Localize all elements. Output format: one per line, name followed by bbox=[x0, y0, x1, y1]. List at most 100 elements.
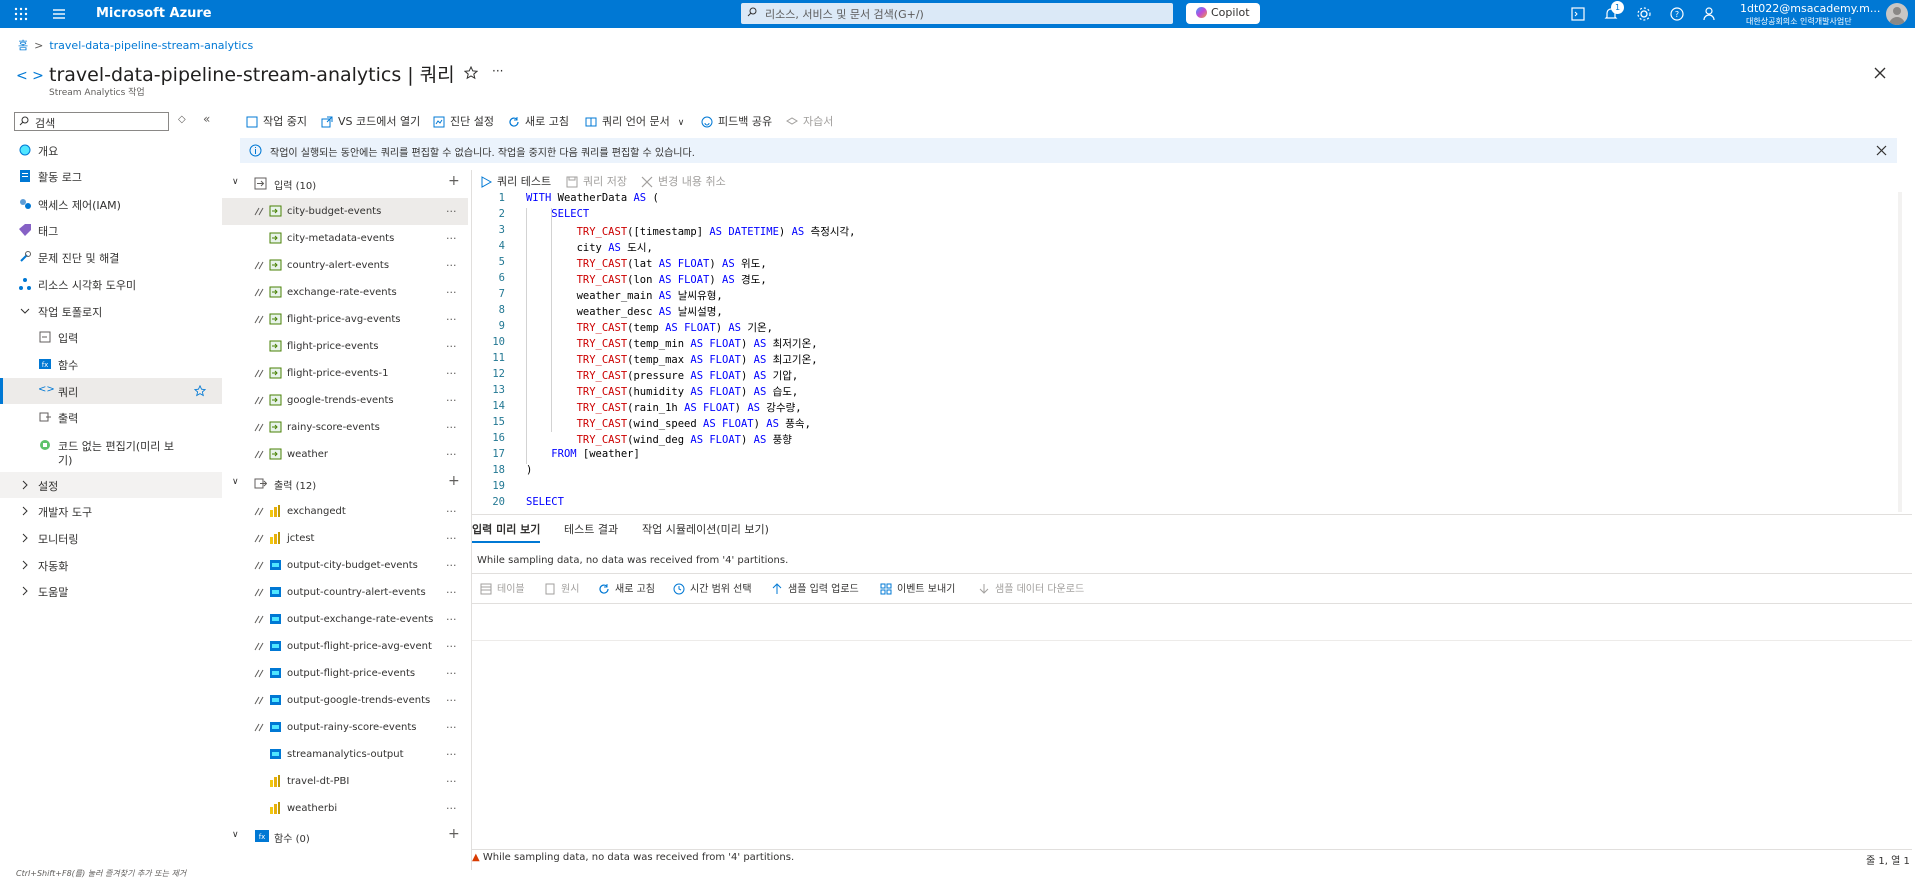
copilot-button[interactable]: Copilot bbox=[1186, 3, 1260, 24]
more-options-icon[interactable]: ··· bbox=[446, 586, 457, 599]
tab-test-results[interactable]: 테스트 결과 bbox=[564, 521, 618, 537]
output-item[interactable]: jctest ··· bbox=[222, 525, 468, 552]
close-icon[interactable] bbox=[1876, 145, 1887, 156]
output-item[interactable]: output-flight-price-events ··· bbox=[222, 660, 468, 687]
output-item[interactable]: weatherbi ··· bbox=[222, 795, 468, 822]
sidebar-item-overview[interactable]: 개요 bbox=[0, 137, 222, 163]
refresh-button[interactable]: 새로 고침 bbox=[508, 113, 569, 129]
sidebar-item-tags[interactable]: 태그 bbox=[0, 217, 222, 243]
cloud-shell-icon[interactable] bbox=[1569, 5, 1587, 23]
more-options-icon[interactable]: ··· bbox=[446, 721, 457, 734]
more-options-icon[interactable]: ··· bbox=[446, 775, 457, 788]
close-icon[interactable] bbox=[1873, 66, 1887, 80]
output-item[interactable]: output-google-trends-events ··· bbox=[222, 687, 468, 714]
query-editor[interactable]: 1 WITH WeatherData AS (2 SELECT 3 TRY_CAST… bbox=[472, 192, 1900, 512]
more-options-icon[interactable]: ··· bbox=[446, 802, 457, 815]
more-options-icon[interactable]: ··· bbox=[446, 259, 457, 272]
feedback-person-icon[interactable] bbox=[1701, 5, 1719, 23]
gear-icon[interactable] bbox=[1635, 5, 1653, 23]
star-favorite-icon[interactable] bbox=[464, 66, 478, 80]
hamburger-menu-icon[interactable] bbox=[50, 5, 68, 23]
input-item[interactable]: rainy-score-events ··· bbox=[222, 414, 468, 441]
output-item[interactable]: streamanalytics-output ··· bbox=[222, 741, 468, 768]
sidebar-item-activity-log[interactable]: 활동 로그 bbox=[0, 163, 222, 189]
sidebar-item-visualizer[interactable]: 리소스 시각화 도우미 bbox=[0, 271, 222, 297]
test-query-button[interactable]: 쿼리 테스트 bbox=[480, 173, 551, 189]
more-options-icon[interactable]: ··· bbox=[492, 64, 503, 78]
sidebar-search-input[interactable]: 검색 bbox=[14, 112, 169, 131]
sort-toggle-icon[interactable]: ◇ bbox=[178, 114, 186, 125]
more-options-icon[interactable]: ··· bbox=[446, 313, 457, 326]
sidebar-item-no-code-editor[interactable]: 코드 없는 편집기(미리 보 기) bbox=[0, 432, 222, 468]
time-range-button[interactable]: 시간 범위 선택 bbox=[673, 580, 752, 595]
raw-view-button[interactable]: 원시 bbox=[544, 580, 579, 595]
more-options-icon[interactable]: ··· bbox=[446, 394, 457, 407]
table-view-button[interactable]: 테이블 bbox=[480, 580, 525, 595]
input-item[interactable]: city-metadata-events ··· bbox=[222, 225, 468, 252]
output-item[interactable]: output-exchange-rate-events ··· bbox=[222, 606, 468, 633]
tab-input-preview[interactable]: 입력 미리 보기 bbox=[472, 521, 541, 543]
outputs-group-header[interactable]: ∨ 출력 (12) + bbox=[222, 470, 470, 497]
upload-sample-button[interactable]: 샘플 입력 업로드 bbox=[771, 580, 859, 595]
stop-job-button[interactable]: 작업 중지 bbox=[246, 113, 307, 129]
input-item[interactable]: city-budget-events ··· bbox=[222, 198, 468, 225]
more-options-icon[interactable]: ··· bbox=[446, 559, 457, 572]
star-favorite-icon[interactable] bbox=[194, 385, 206, 397]
tab-job-simulation[interactable]: 작업 시뮬레이션(미리 보기) bbox=[642, 521, 769, 537]
collapse-sidebar-icon[interactable]: « bbox=[203, 112, 210, 126]
sidebar-item-functions[interactable]: fx 함수 bbox=[0, 351, 222, 377]
input-item[interactable]: weather ··· bbox=[222, 441, 468, 468]
input-item[interactable]: flight-price-avg-events ··· bbox=[222, 306, 468, 333]
sidebar-item-inputs[interactable]: 입력 bbox=[0, 324, 222, 350]
more-options-icon[interactable]: ··· bbox=[446, 286, 457, 299]
bottom-refresh-button[interactable]: 새로 고침 bbox=[598, 580, 655, 595]
send-events-button[interactable]: 이벤트 보내기 bbox=[880, 580, 955, 595]
help-icon[interactable]: ? bbox=[1668, 5, 1686, 23]
more-options-icon[interactable]: ··· bbox=[446, 367, 457, 380]
output-item[interactable]: travel-dt-PBI ··· bbox=[222, 768, 468, 795]
breadcrumb-home[interactable]: 홈 bbox=[18, 39, 28, 52]
add-input-button[interactable]: + bbox=[448, 173, 460, 189]
sidebar-item-topology[interactable]: 작업 토폴로지 bbox=[0, 298, 222, 324]
diagnostic-settings-button[interactable]: 진단 설정 bbox=[433, 113, 494, 129]
sidebar-item-iam[interactable]: 액세스 제어(IAM) bbox=[0, 191, 222, 217]
sidebar-item-help[interactable]: 도움말 bbox=[0, 578, 222, 604]
more-options-icon[interactable]: ··· bbox=[446, 667, 457, 680]
more-options-icon[interactable]: ··· bbox=[446, 532, 457, 545]
more-options-icon[interactable]: ··· bbox=[446, 421, 457, 434]
more-options-icon[interactable]: ··· bbox=[446, 640, 457, 653]
avatar[interactable] bbox=[1886, 3, 1908, 25]
breadcrumb-resource[interactable]: travel-data-pipeline-stream-analytics bbox=[49, 39, 253, 52]
more-options-icon[interactable]: ··· bbox=[446, 694, 457, 707]
output-item[interactable]: output-flight-price-avg-event ··· bbox=[222, 633, 468, 660]
input-item[interactable]: flight-price-events-1 ··· bbox=[222, 360, 468, 387]
sidebar-item-monitoring[interactable]: 모니터링 bbox=[0, 525, 222, 551]
more-options-icon[interactable]: ··· bbox=[446, 613, 457, 626]
sidebar-item-dev-tools[interactable]: 개발자 도구 bbox=[0, 498, 222, 524]
output-item[interactable]: exchangedt ··· bbox=[222, 498, 468, 525]
brand-title[interactable]: Microsoft Azure bbox=[96, 6, 212, 21]
input-item[interactable]: flight-price-events ··· bbox=[222, 333, 468, 360]
sidebar-item-settings[interactable]: 설정 bbox=[0, 472, 222, 498]
more-options-icon[interactable]: ··· bbox=[446, 448, 457, 461]
output-item[interactable]: output-country-alert-events ··· bbox=[222, 579, 468, 606]
more-options-icon[interactable]: ··· bbox=[446, 232, 457, 245]
feedback-button[interactable]: 피드백 공유 bbox=[701, 113, 772, 129]
tutorial-button[interactable]: 자습서 bbox=[786, 113, 833, 129]
query-docs-button[interactable]: 쿼리 언어 문서 ∨ bbox=[585, 113, 684, 129]
more-options-icon[interactable]: ··· bbox=[446, 505, 457, 518]
user-email[interactable]: 1dt022@msacademy.m... bbox=[1740, 2, 1880, 15]
download-sample-button[interactable]: 샘플 데이터 다운로드 bbox=[978, 580, 1084, 595]
input-item[interactable]: exchange-rate-events ··· bbox=[222, 279, 468, 306]
more-options-icon[interactable]: ··· bbox=[446, 340, 457, 353]
sidebar-item-diagnose[interactable]: 문제 진단 및 해결 bbox=[0, 244, 222, 270]
inputs-group-header[interactable]: ∨ 입력 (10) + bbox=[222, 170, 470, 197]
sidebar-item-outputs[interactable]: 출력 bbox=[0, 404, 222, 430]
add-function-button[interactable]: + bbox=[448, 826, 460, 842]
input-item[interactable]: country-alert-events ··· bbox=[222, 252, 468, 279]
output-item[interactable]: output-city-budget-events ··· bbox=[222, 552, 468, 579]
more-options-icon[interactable]: ··· bbox=[446, 205, 457, 218]
open-vscode-button[interactable]: VS 코드에서 열기 bbox=[321, 113, 420, 129]
global-search-input[interactable]: 리소스, 서비스 및 문서 검색(G+/) bbox=[741, 3, 1173, 24]
editor-scrollbar[interactable] bbox=[1898, 192, 1902, 512]
